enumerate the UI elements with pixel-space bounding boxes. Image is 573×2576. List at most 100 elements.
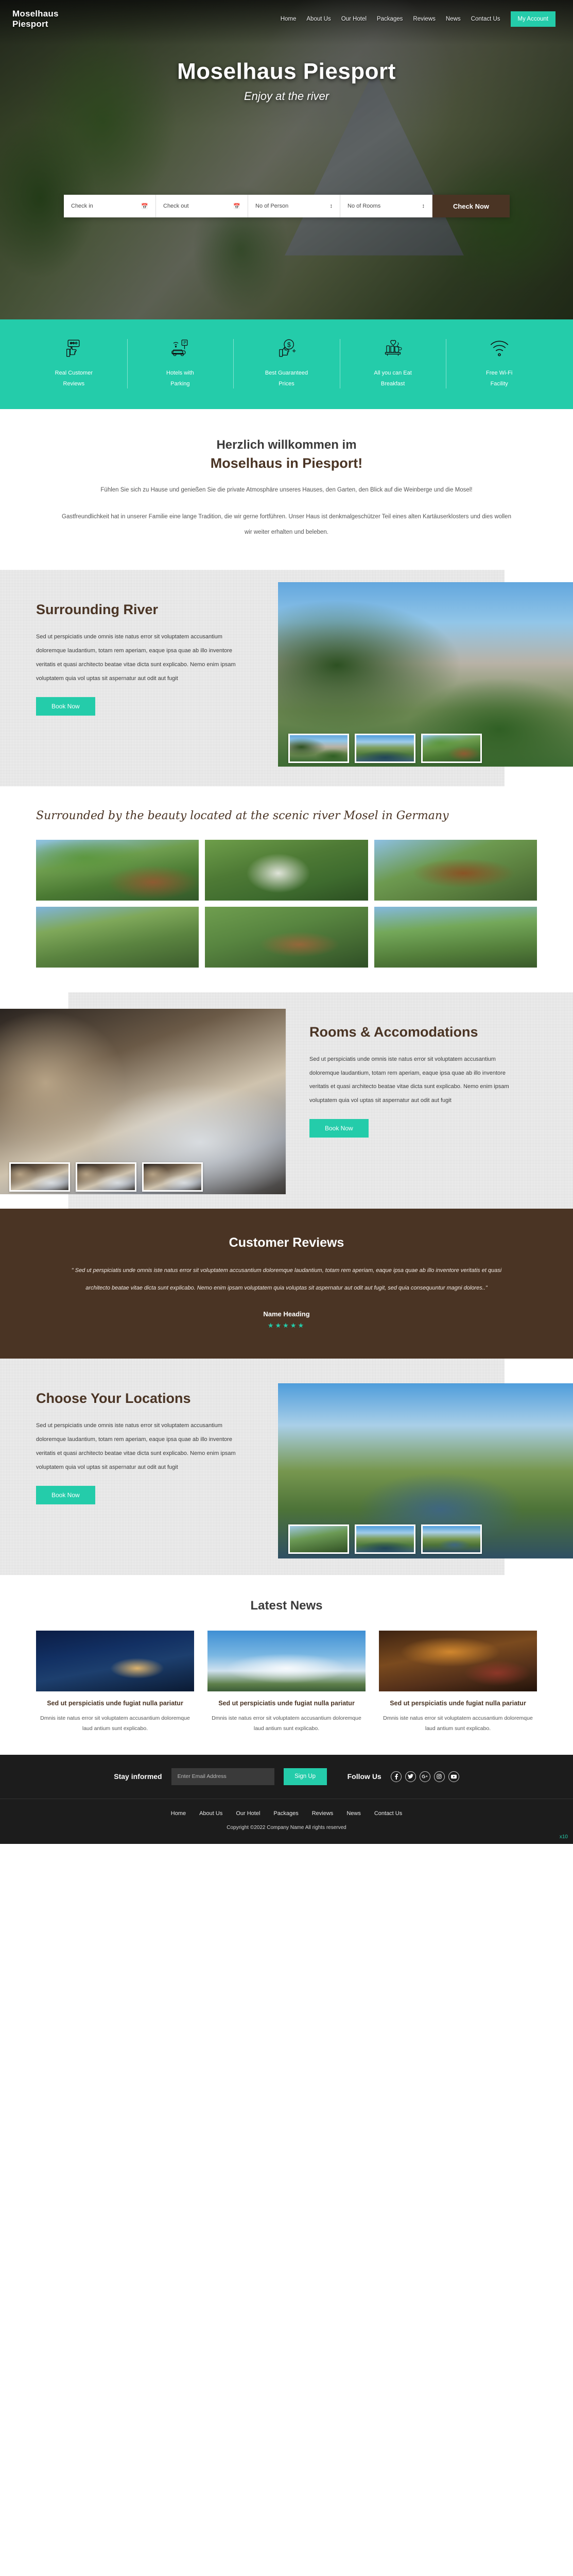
instagram-icon[interactable] (433, 1771, 445, 1782)
nav-item-news[interactable]: News (446, 16, 461, 22)
footer-nav-home[interactable]: Home (171, 1810, 186, 1817)
footer-nav-reviews[interactable]: Reviews (312, 1810, 334, 1817)
nav-item-our-hotel[interactable]: Our Hotel (341, 16, 367, 22)
news-card-title: Sed ut perspiciatis unde fugiat nulla pa… (218, 1700, 355, 1707)
gallery-image-statue-path[interactable] (205, 840, 368, 901)
footer-bottom: Home About Us Our Hotel Packages Reviews… (0, 1798, 573, 1844)
twitter-icon[interactable] (405, 1771, 416, 1782)
checkin-label: Check in (71, 203, 93, 209)
hero-copy: Moselhaus Piesport Enjoy at the river (0, 32, 573, 103)
brand-line-1: Moselhaus (12, 8, 59, 19)
footer-nav-about-us[interactable]: About Us (199, 1810, 222, 1817)
news-image-mosel-valley-sky[interactable] (207, 1631, 366, 1692)
footer-nav-news[interactable]: News (346, 1810, 361, 1817)
gallery-image-garden-lounge[interactable] (36, 840, 199, 901)
locations-body: Sed ut perspiciatis unde omnis iste natu… (36, 1422, 236, 1470)
google-plus-icon[interactable] (419, 1771, 430, 1782)
thumbnail-2[interactable] (355, 734, 415, 764)
thumbnail-2[interactable] (76, 1162, 136, 1192)
youtube-icon[interactable] (448, 1771, 459, 1782)
gallery-heading: Surrounded by the beauty located at the … (36, 809, 449, 823)
river-book-now-button[interactable]: Book Now (36, 697, 95, 716)
news-card: Sed ut perspiciatis unde fugiat nulla pa… (379, 1631, 537, 1734)
thumbnail-2[interactable] (355, 1524, 415, 1554)
copyright-text: Copyright ©2022 Company Name All rights … (227, 1824, 346, 1831)
nav-item-contact-us[interactable]: Contact Us (471, 16, 500, 22)
nav-item-reviews[interactable]: Reviews (413, 16, 435, 22)
reviews-title: Customer Reviews (229, 1235, 344, 1250)
updown-arrows-icon: ↕ (329, 203, 333, 209)
brand-line-2: Piesport (12, 19, 48, 29)
persons-select[interactable]: No of Person ↕ (248, 195, 340, 217)
email-input[interactable] (171, 1768, 274, 1785)
feature-label: All you can Eat Breakfast (374, 370, 412, 387)
check-now-button[interactable]: Check Now (432, 195, 510, 217)
follow-us-label: Follow Us (347, 1772, 381, 1781)
checkin-field[interactable]: Check in 📅 (64, 195, 156, 217)
checkout-field[interactable]: Check out 📅 (156, 195, 248, 217)
checkout-label: Check out (163, 203, 189, 209)
customer-reviews-section: Customer Reviews " Sed ut perspiciatis u… (0, 1209, 573, 1359)
feature-best-guaranteed-prices: $ Best Guaranteed Prices (233, 335, 340, 389)
rooms-select[interactable]: No of Rooms ↕ (340, 195, 432, 217)
gallery-image-vineyard-view[interactable] (36, 907, 199, 968)
welcome-heading-main: Moselhaus in Piesport! (210, 455, 363, 471)
feature-label: Free Wi-Fi Facility (486, 370, 513, 387)
thumbnail-1[interactable] (288, 734, 349, 764)
sign-up-button[interactable]: Sign Up (283, 1768, 327, 1785)
news-card: Sed ut perspiciatis unde fugiat nulla pa… (36, 1631, 194, 1734)
welcome-paragraph-2: Gastfreundlichkeit hat in unserer Famili… (62, 513, 511, 535)
locations-book-now-button[interactable]: Book Now (36, 1485, 95, 1504)
gallery-image-garden-wall[interactable] (374, 907, 537, 968)
nav-item-home[interactable]: Home (281, 16, 297, 22)
main-nav: Home About Us Our Hotel Packages Reviews… (126, 11, 561, 27)
rooms-body: Sed ut perspiciatis unde omnis iste natu… (309, 1056, 509, 1104)
river-title: Surrounding River (36, 602, 159, 618)
svg-text:$: $ (287, 342, 290, 349)
nav-item-about-us[interactable]: About Us (306, 16, 331, 22)
surrounding-river-section: Surrounding River Sed ut perspiciatis un… (0, 570, 573, 787)
newsletter-bar: Stay informed Sign Up Follow Us (0, 1754, 573, 1799)
gallery-grid (0, 840, 573, 968)
welcome-paragraph-1: Fühlen Sie sich zu Hause und genießen Si… (100, 486, 473, 493)
news-image-night-terrace[interactable] (36, 1631, 194, 1692)
rooms-book-now-button[interactable]: Book Now (309, 1119, 369, 1138)
feature-real-customer-reviews: Real Customer Reviews (21, 335, 127, 389)
footer-nav-contact-us[interactable]: Contact Us (374, 1810, 402, 1817)
social-links (390, 1771, 459, 1782)
svg-text:P: P (183, 341, 186, 345)
gallery-image-moselhaus-sign[interactable] (374, 840, 537, 901)
stay-informed-label: Stay informed (114, 1772, 162, 1781)
nav-item-packages[interactable]: Packages (377, 16, 403, 22)
hero-section: Moselhaus Piesport Home About Us Our Hot… (0, 0, 573, 319)
thumbnail-1[interactable] (288, 1524, 349, 1554)
gallery-image-terrace-umbrella[interactable] (205, 907, 368, 968)
hero-title: Moselhaus Piesport (177, 59, 396, 84)
river-body: Sed ut perspiciatis unde omnis iste natu… (36, 634, 236, 682)
footer-nav-our-hotel[interactable]: Our Hotel (236, 1810, 260, 1817)
facebook-icon[interactable] (390, 1771, 402, 1782)
rooms-thumbnail-strip (9, 1162, 203, 1192)
feature-hotels-with-parking: P Hotels with Parking (127, 335, 234, 389)
news-image-wine-cellar[interactable] (379, 1631, 537, 1692)
news-card: Sed ut perspiciatis unde fugiat nulla pa… (207, 1631, 366, 1734)
thumbnail-3[interactable] (421, 1524, 482, 1554)
thumbnail-3[interactable] (421, 734, 482, 764)
thumbnail-3[interactable] (142, 1162, 203, 1192)
welcome-section: Herzlich willkommen im Moselhaus in Pies… (0, 409, 573, 570)
river-thumbnail-strip (288, 734, 482, 764)
choose-locations-section: Choose Your Locations Sed ut perspiciati… (0, 1359, 573, 1575)
footer-nav: Home About Us Our Hotel Packages Reviews… (0, 1810, 573, 1817)
locations-title: Choose Your Locations (36, 1391, 191, 1406)
car-parking-icon: P (130, 335, 231, 362)
feature-label: Real Customer Reviews (55, 370, 93, 387)
my-account-button[interactable]: My Account (510, 11, 555, 27)
top-navbar: Moselhaus Piesport Home About Us Our Hot… (0, 0, 573, 32)
booking-bar: Check in 📅 Check out 📅 No of Person ↕ No… (64, 195, 510, 217)
site-logo[interactable]: Moselhaus Piesport (12, 9, 126, 29)
review-quote: " Sed ut perspiciatis unde omnis iste na… (71, 1267, 502, 1292)
zoom-level-marker: x10 (559, 1834, 568, 1840)
footer-nav-packages[interactable]: Packages (273, 1810, 298, 1817)
thumbnail-1[interactable] (9, 1162, 70, 1192)
news-title: Latest News (250, 1599, 323, 1613)
